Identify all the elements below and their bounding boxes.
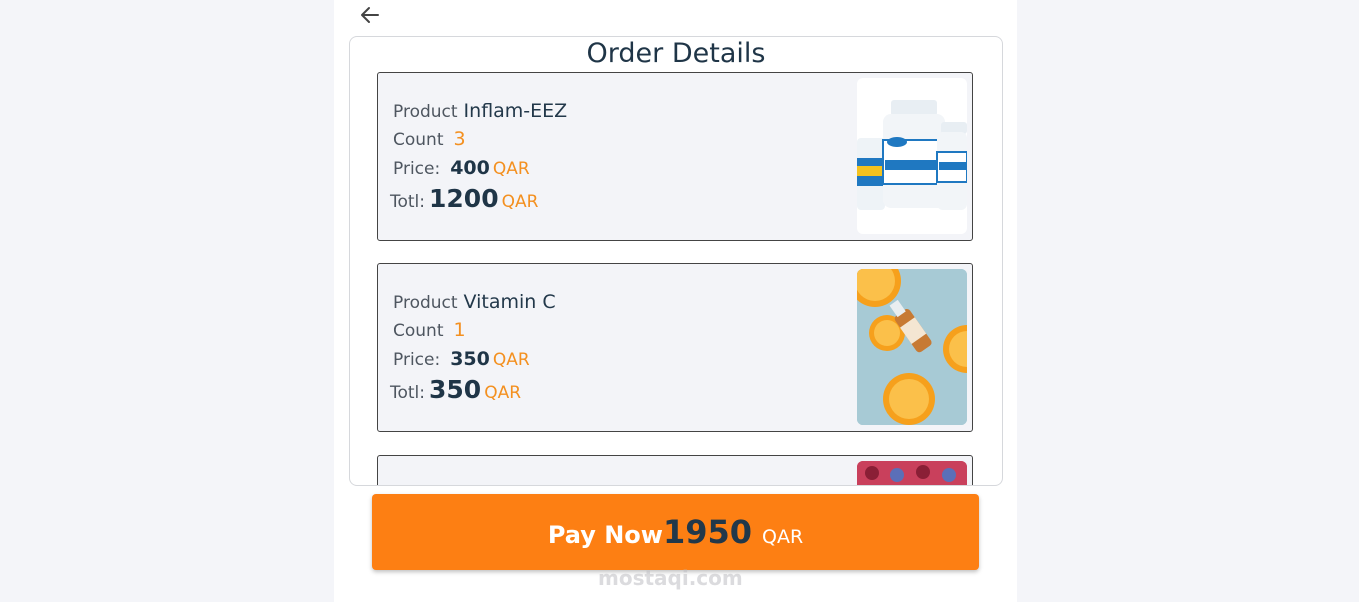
- back-button[interactable]: [358, 2, 384, 28]
- count-value: 3: [453, 128, 466, 150]
- count-label: Count: [393, 321, 444, 341]
- total-label: Totl:: [390, 192, 426, 212]
- pay-currency: QAR: [762, 526, 804, 548]
- total-currency: QAR: [484, 383, 522, 403]
- pay-now-label: Pay Now: [547, 521, 663, 549]
- total-row: Totl: 350 QAR: [390, 375, 521, 404]
- arrow-left-icon: [361, 7, 379, 23]
- product-row: Product Inflam-EEZ: [393, 100, 567, 122]
- order-item: Product Vitamin C Count 1 Price: 350 QAR Tot…: [377, 263, 973, 432]
- price-currency: QAR: [492, 159, 530, 179]
- count-value: 1: [453, 319, 466, 341]
- price-currency: QAR: [492, 350, 530, 370]
- product-row: Product Vitamin C: [393, 291, 556, 313]
- total-label: Totl:: [390, 383, 426, 403]
- count-row: Count 1: [393, 319, 466, 341]
- product-name: Vitamin C: [463, 291, 556, 313]
- order-item: [377, 455, 973, 485]
- product-name: Inflam-EEZ: [463, 100, 568, 122]
- order-item: Product Inflam-EEZ Count 3 Price: 400 QAR To…: [377, 72, 973, 241]
- product-label: Product: [393, 293, 458, 313]
- total-currency: QAR: [501, 192, 539, 212]
- pay-amount: 1950: [662, 513, 753, 551]
- price-label: Price:: [393, 350, 441, 370]
- product-image: [857, 78, 967, 234]
- order-details-card[interactable]: Order Details Product Inflam-EEZ Count 3 P…: [349, 36, 1003, 486]
- count-row: Count 3: [393, 128, 466, 150]
- pay-now-button[interactable]: Pay Now1950 QAR: [372, 494, 979, 570]
- count-label: Count: [393, 130, 444, 150]
- product-label: Product: [393, 102, 458, 122]
- price-row: Price: 400 QAR: [393, 157, 530, 179]
- price-value: 350: [450, 348, 490, 370]
- price-label: Price:: [393, 159, 441, 179]
- total-row: Totl: 1200 QAR: [390, 184, 538, 213]
- watermark: mostaqi.com: [598, 566, 743, 590]
- page-title: Order Details: [586, 38, 766, 69]
- total-value: 1200: [429, 184, 499, 213]
- price-row: Price: 350 QAR: [393, 348, 530, 370]
- price-value: 400: [450, 157, 490, 179]
- product-image: [857, 461, 967, 485]
- product-image: [857, 269, 967, 425]
- total-value: 350: [429, 375, 482, 404]
